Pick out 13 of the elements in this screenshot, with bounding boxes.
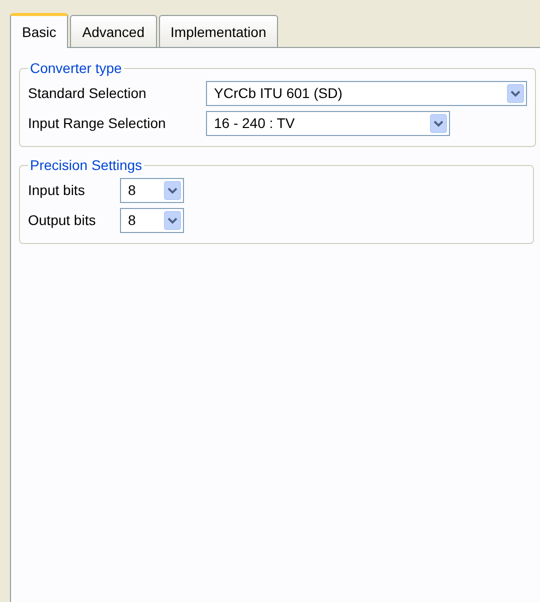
field-label: Standard Selection: [28, 85, 148, 101]
field-label: Input Range Selection: [28, 115, 167, 131]
group-title: Converter type: [29, 60, 123, 76]
dropdown[interactable]: 16 - 240 : TV: [206, 110, 450, 136]
tab[interactable]: Basic: [10, 13, 68, 48]
tab[interactable]: Implementation: [158, 15, 278, 47]
tab[interactable]: Advanced: [70, 15, 157, 47]
dropdown[interactable]: 8: [120, 208, 184, 232]
field-label: Input bits: [28, 182, 86, 198]
dropdown[interactable]: YCrCb ITU 601 (SD): [206, 80, 527, 106]
group-title: Precision Settings: [29, 157, 144, 173]
dropdown[interactable]: 8: [120, 178, 184, 202]
field-label: Output bits: [28, 212, 97, 228]
